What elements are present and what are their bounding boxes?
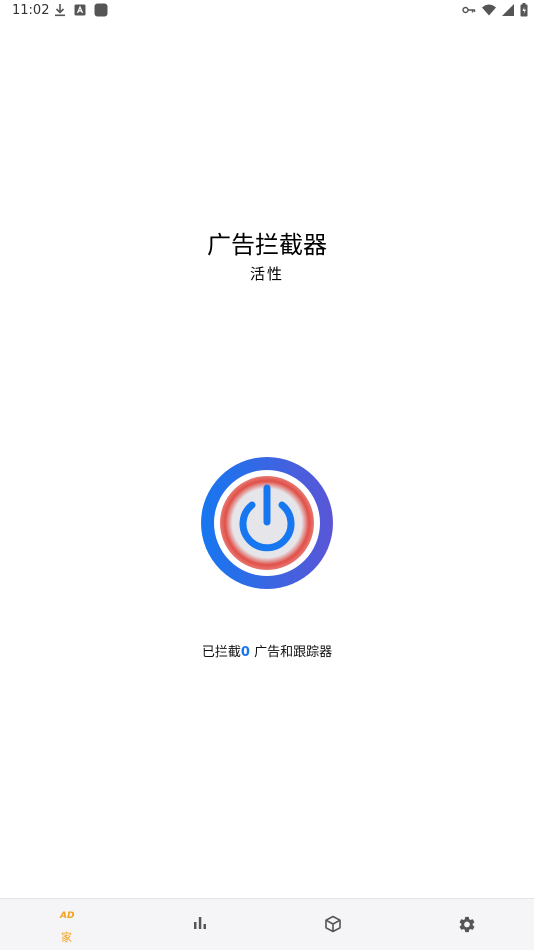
ad-logo-icon: AD	[60, 911, 75, 921]
status-time: 11:02	[12, 3, 50, 18]
page-title: 广告拦截器	[207, 231, 327, 259]
a-box-icon	[74, 4, 86, 16]
download-icon	[55, 4, 65, 17]
signal-icon	[502, 4, 514, 16]
gear-icon	[459, 916, 474, 933]
cube-icon	[324, 915, 341, 933]
vpn-key-icon	[462, 6, 476, 14]
bottom-navigation: AD 家	[0, 898, 534, 950]
nav-stats-tab[interactable]	[133, 899, 266, 950]
bar-chart-icon	[193, 917, 206, 929]
nav-home-label: 家	[61, 931, 72, 944]
status-label: 活性	[249, 265, 284, 283]
blocked-suffix: 广告和跟踪器	[249, 645, 333, 660]
app-square-icon	[94, 3, 108, 17]
nav-settings-tab[interactable]	[400, 899, 533, 950]
battery-icon	[520, 3, 528, 17]
blocked-count: 0	[240, 645, 250, 660]
nav-apps-tab[interactable]	[266, 899, 399, 950]
blocked-summary: 已拦截0 广告和跟踪器	[0, 641, 534, 660]
status-bar: 11:02	[0, 0, 534, 24]
nav-home-tab[interactable]: AD 家	[0, 899, 133, 950]
blocked-prefix: 已拦截	[201, 645, 241, 660]
power-toggle-button[interactable]	[201, 457, 333, 589]
power-icon	[239, 484, 295, 552]
wifi-icon	[482, 4, 496, 16]
